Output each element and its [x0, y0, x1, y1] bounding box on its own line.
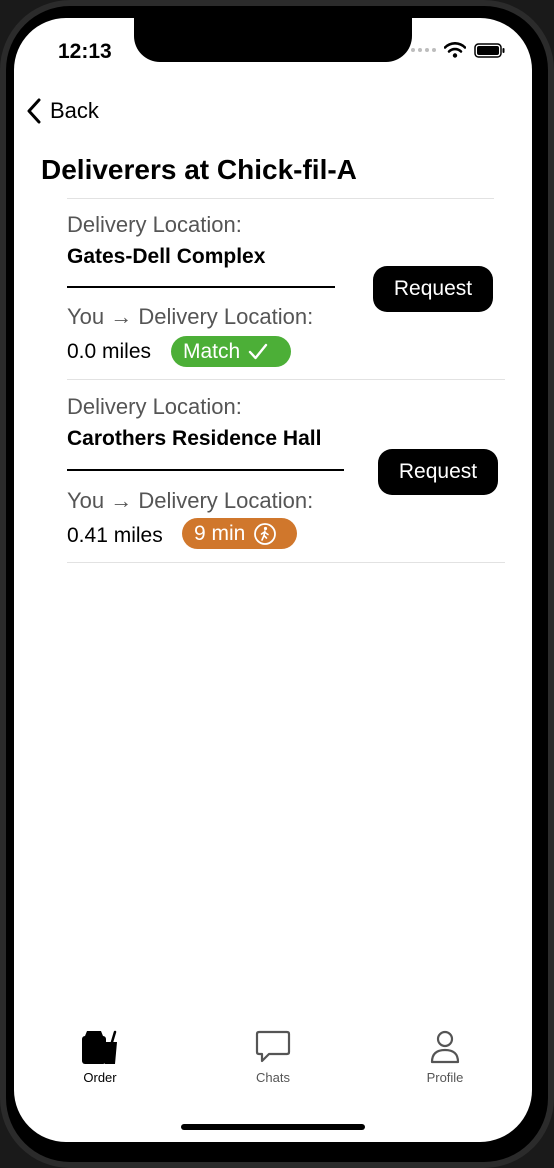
- match-badge: Match: [171, 336, 291, 367]
- route-label: You → Delivery Location:: [67, 488, 314, 513]
- card-divider: [67, 286, 335, 288]
- tab-label: Chats: [256, 1070, 290, 1085]
- tab-chats[interactable]: Chats: [213, 1028, 333, 1085]
- signal-dots-icon: [411, 48, 436, 52]
- delivery-location-name: Gates-Dell Complex: [67, 245, 266, 268]
- notch: [134, 18, 412, 62]
- card-separator: [67, 562, 505, 563]
- bag-icon: [82, 1030, 117, 1064]
- walking-icon: [254, 522, 277, 545]
- status-time: 12:13: [58, 40, 112, 63]
- request-button[interactable]: Request: [378, 449, 498, 495]
- wifi-icon: [444, 42, 466, 58]
- route-label: You → Delivery Location:: [67, 304, 314, 329]
- home-indicator: [181, 1124, 365, 1130]
- back-label: Back: [50, 98, 99, 123]
- distance-value: 0.41 miles: [67, 524, 163, 547]
- distance-value: 0.0 miles: [67, 340, 152, 363]
- chat-bubble-icon: [255, 1030, 291, 1063]
- walking-time-badge: 9 min: [182, 518, 297, 549]
- back-button[interactable]: Back: [26, 98, 99, 124]
- checkmark-icon: [248, 343, 268, 359]
- card-divider: [67, 469, 344, 471]
- deliverer-card: Delivery Location: Gates-Dell Complex Yo…: [67, 200, 505, 380]
- person-icon: [430, 1030, 460, 1064]
- deliverer-card: Delivery Location: Carothers Residence H…: [67, 382, 505, 564]
- page-title: Deliverers at Chick-fil-A: [41, 154, 357, 185]
- tab-label: Profile: [426, 1070, 464, 1085]
- delivery-location-label: Delivery Location:: [67, 212, 242, 237]
- app-screen: 12:13 Back Deliverers at Chick-fil-A Del…: [14, 18, 532, 1142]
- status-icons: [411, 42, 506, 58]
- delivery-location-label: Delivery Location:: [67, 394, 242, 419]
- delivery-location-name: Carothers Residence Hall: [67, 427, 322, 450]
- badge-text: Match: [183, 339, 241, 363]
- header-divider: [67, 198, 494, 199]
- tab-label: Order: [83, 1070, 117, 1085]
- tab-order[interactable]: Order: [40, 1028, 160, 1085]
- request-button[interactable]: Request: [373, 266, 493, 312]
- tab-profile[interactable]: Profile: [385, 1028, 505, 1085]
- badge-text: 9 min: [194, 521, 246, 545]
- chevron-left-icon: [27, 98, 41, 124]
- battery-icon: [474, 42, 505, 58]
- card-separator: [67, 379, 505, 380]
- tab-bar: Order Chats Profile: [14, 1028, 532, 1108]
